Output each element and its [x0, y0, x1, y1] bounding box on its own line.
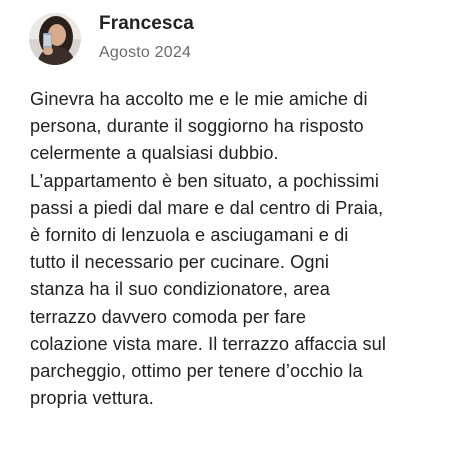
review-date: Agosto 2024 — [99, 44, 192, 61]
user-photo-avatar-icon — [29, 13, 81, 65]
review-header: Francesca Agosto 2024 — [29, 12, 194, 66]
reviewer-name[interactable]: Francesca — [99, 12, 194, 36]
review-meta: Francesca Agosto 2024 — [99, 12, 194, 64]
review-text: Ginevra ha accolto me e le mie amiche di… — [30, 89, 387, 409]
review-card: Francesca Agosto 2024 Ginevra ha accolto… — [0, 0, 450, 450]
avatar[interactable] — [29, 13, 81, 65]
